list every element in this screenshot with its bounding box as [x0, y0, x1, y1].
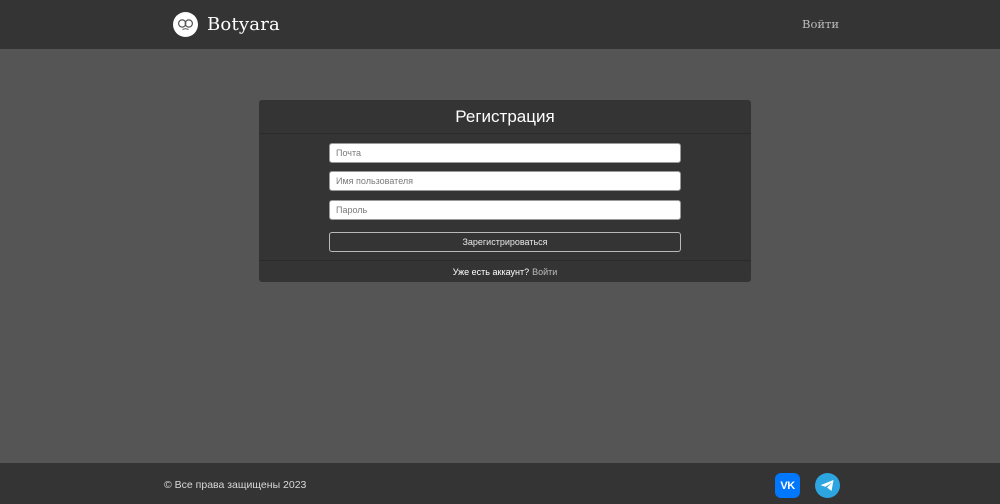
vk-icon[interactable]: VK	[775, 473, 800, 498]
page-title: Регистрация	[455, 106, 555, 126]
nav-login-link[interactable]: Войти	[802, 17, 839, 31]
username-field[interactable]	[329, 171, 681, 191]
telegram-icon[interactable]	[815, 473, 840, 498]
brand[interactable]: Botyara	[173, 12, 280, 37]
password-field[interactable]	[329, 200, 681, 220]
email-field[interactable]	[329, 143, 681, 163]
copyright-text: © Все права защищены 2023	[164, 479, 307, 491]
registration-card: Регистрация Зарегистрироваться Уже есть …	[259, 100, 751, 282]
login-link[interactable]: Войти	[532, 267, 557, 277]
telegram-plane-icon	[821, 480, 834, 491]
brand-name: Botyara	[207, 14, 280, 35]
have-account-text: Уже есть аккаунт?	[452, 266, 530, 277]
bot-logo-icon	[173, 12, 198, 37]
register-button[interactable]: Зарегистрироваться	[329, 232, 681, 252]
site-footer: © Все права защищены 2023	[0, 463, 1000, 504]
card-footer: Уже есть аккаунт? Войти	[259, 260, 751, 282]
vk-logo-text: VK	[780, 479, 795, 492]
card-header: Регистрация	[259, 100, 751, 134]
top-navbar: Botyara Войти	[0, 0, 1000, 49]
